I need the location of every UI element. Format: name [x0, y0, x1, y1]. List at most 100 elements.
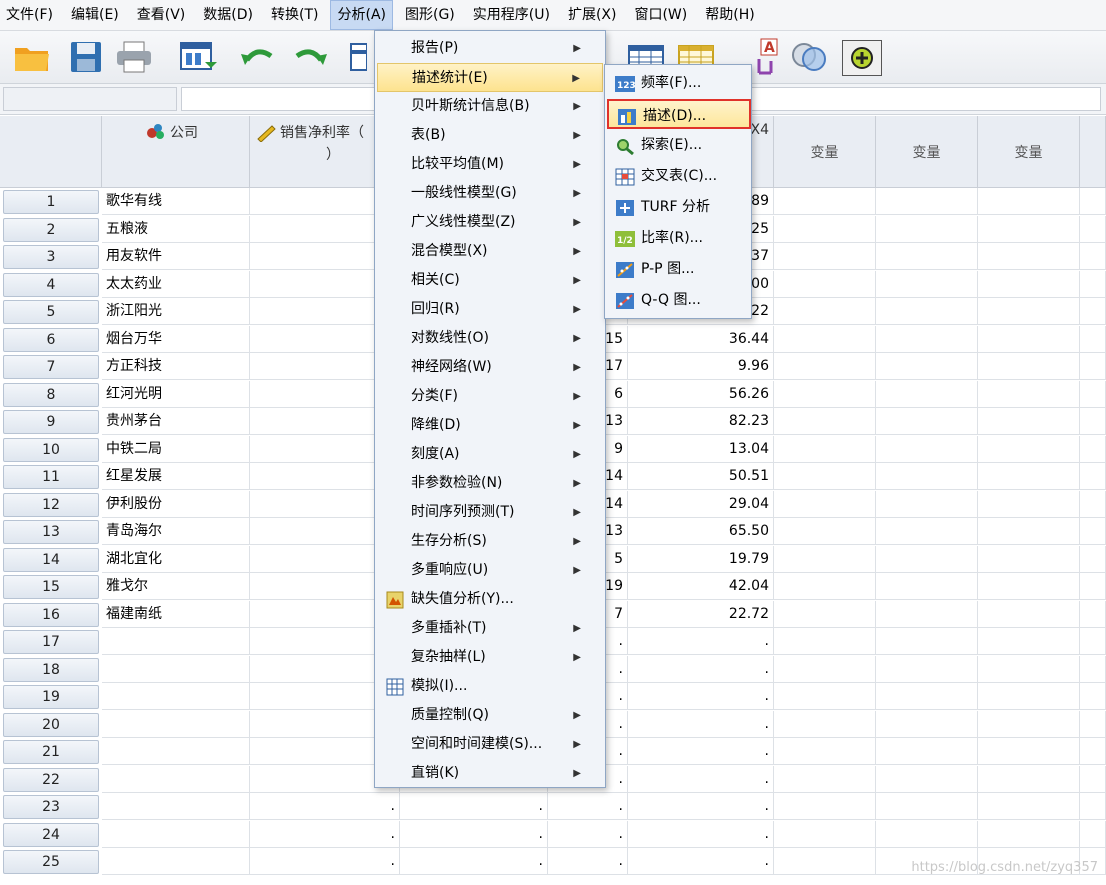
table-cell[interactable]: [774, 216, 876, 243]
menu-view[interactable]: 查看(V): [131, 0, 192, 30]
table-cell[interactable]: .: [628, 656, 774, 683]
menu-item-8[interactable]: 相关(C) ▶: [377, 266, 603, 295]
table-cell[interactable]: [774, 601, 876, 628]
submenu-item-descriptives[interactable]: 描述(D)...: [607, 99, 751, 129]
table-cell[interactable]: .: [548, 848, 628, 875]
table-cell[interactable]: .: [628, 711, 774, 738]
table-cell[interactable]: [978, 573, 1080, 600]
menu-extensions[interactable]: 扩展(X): [562, 0, 623, 30]
table-cell[interactable]: [978, 793, 1080, 820]
row-header[interactable]: 6: [3, 328, 99, 352]
table-cell[interactable]: [102, 821, 250, 848]
menu-item-22[interactable]: 模拟(I)...: [377, 672, 603, 701]
table-cell[interactable]: [1080, 188, 1106, 215]
table-cell[interactable]: [876, 711, 978, 738]
table-cell[interactable]: [876, 656, 978, 683]
table-cell[interactable]: [774, 326, 876, 353]
menu-data[interactable]: 数据(D): [197, 0, 259, 30]
table-cell[interactable]: [876, 436, 978, 463]
table-cell[interactable]: [978, 188, 1080, 215]
row-header[interactable]: 19: [3, 685, 99, 709]
table-cell[interactable]: [978, 546, 1080, 573]
menu-file[interactable]: 文件(F): [0, 0, 59, 30]
menu-item-24[interactable]: 空间和时间建模(S)... ▶: [377, 730, 603, 759]
table-cell[interactable]: 歌华有线: [102, 188, 250, 215]
table-cell[interactable]: 伊利股份: [102, 491, 250, 518]
table-cell[interactable]: [1080, 738, 1106, 765]
table-cell[interactable]: [1080, 821, 1106, 848]
table-cell[interactable]: [102, 738, 250, 765]
table-cell[interactable]: [1080, 243, 1106, 270]
table-cell[interactable]: .: [628, 848, 774, 875]
menu-help[interactable]: 帮助(H): [699, 0, 760, 30]
menu-item-11[interactable]: 神经网络(W) ▶: [377, 353, 603, 382]
table-cell[interactable]: 浙江阳光: [102, 298, 250, 325]
table-cell[interactable]: [978, 243, 1080, 270]
table-cell[interactable]: .: [400, 821, 548, 848]
table-cell[interactable]: 19.79: [628, 546, 774, 573]
table-cell[interactable]: .: [250, 848, 400, 875]
table-cell[interactable]: 56.26: [628, 381, 774, 408]
table-cell[interactable]: 青岛海尔: [102, 518, 250, 545]
column-header-var-2[interactable]: 变量: [876, 116, 978, 188]
table-cell[interactable]: [978, 628, 1080, 655]
menu-item-descriptive-statistics[interactable]: 描述统计(E) ▶: [377, 63, 603, 92]
table-cell[interactable]: [774, 463, 876, 490]
menu-item-12[interactable]: 分类(F) ▶: [377, 382, 603, 411]
table-cell[interactable]: .: [628, 628, 774, 655]
table-cell[interactable]: [1080, 326, 1106, 353]
table-cell[interactable]: [774, 381, 876, 408]
menu-edit[interactable]: 编辑(E): [65, 0, 125, 30]
table-cell[interactable]: .: [628, 683, 774, 710]
menu-item-23[interactable]: 质量控制(Q) ▶: [377, 701, 603, 730]
submenu-item-0[interactable]: 123 频率(F)...: [607, 68, 751, 98]
table-cell[interactable]: [1080, 491, 1106, 518]
table-cell[interactable]: 65.50: [628, 518, 774, 545]
table-cell[interactable]: [102, 656, 250, 683]
row-header[interactable]: 1: [3, 190, 99, 214]
table-cell[interactable]: [876, 491, 978, 518]
table-cell[interactable]: 红星发展: [102, 463, 250, 490]
table-cell[interactable]: .: [400, 848, 548, 875]
table-cell[interactable]: [1080, 793, 1106, 820]
row-header[interactable]: 21: [3, 740, 99, 764]
submenu-item-6[interactable]: P-P 图...: [607, 254, 751, 284]
table-cell[interactable]: 22.72: [628, 601, 774, 628]
menu-item-3[interactable]: 表(B) ▶: [377, 121, 603, 150]
menu-utilities[interactable]: 实用程序(U): [467, 0, 556, 30]
table-cell[interactable]: [876, 188, 978, 215]
table-cell[interactable]: [978, 683, 1080, 710]
table-cell[interactable]: [876, 326, 978, 353]
table-cell[interactable]: [978, 436, 1080, 463]
table-cell[interactable]: 方正科技: [102, 353, 250, 380]
table-cell[interactable]: [978, 518, 1080, 545]
table-cell[interactable]: [876, 463, 978, 490]
row-header[interactable]: 10: [3, 438, 99, 462]
menu-item-16[interactable]: 时间序列预测(T) ▶: [377, 498, 603, 527]
table-cell[interactable]: 50.51: [628, 463, 774, 490]
table-cell[interactable]: [978, 601, 1080, 628]
table-cell[interactable]: .: [628, 738, 774, 765]
column-header-var-1[interactable]: 变量: [774, 116, 876, 188]
table-cell[interactable]: .: [628, 821, 774, 848]
menu-transform[interactable]: 转换(T): [265, 0, 324, 30]
menu-item-17[interactable]: 生存分析(S) ▶: [377, 527, 603, 556]
table-cell[interactable]: .: [250, 821, 400, 848]
save-icon[interactable]: [66, 37, 106, 77]
table-cell[interactable]: 福建南纸: [102, 601, 250, 628]
table-cell[interactable]: .: [400, 793, 548, 820]
table-cell[interactable]: [876, 573, 978, 600]
table-cell[interactable]: [1080, 546, 1106, 573]
menu-item-6[interactable]: 广义线性模型(Z) ▶: [377, 208, 603, 237]
table-cell[interactable]: [1080, 711, 1106, 738]
table-cell[interactable]: [876, 738, 978, 765]
table-cell[interactable]: [876, 766, 978, 793]
submenu-item-3[interactable]: 交叉表(C)...: [607, 161, 751, 191]
table-cell[interactable]: [978, 491, 1080, 518]
table-cell[interactable]: [876, 381, 978, 408]
recall-dialog-icon[interactable]: [178, 37, 218, 77]
row-header[interactable]: 23: [3, 795, 99, 819]
table-cell[interactable]: [978, 821, 1080, 848]
table-cell[interactable]: 82.23: [628, 408, 774, 435]
table-cell[interactable]: [102, 628, 250, 655]
